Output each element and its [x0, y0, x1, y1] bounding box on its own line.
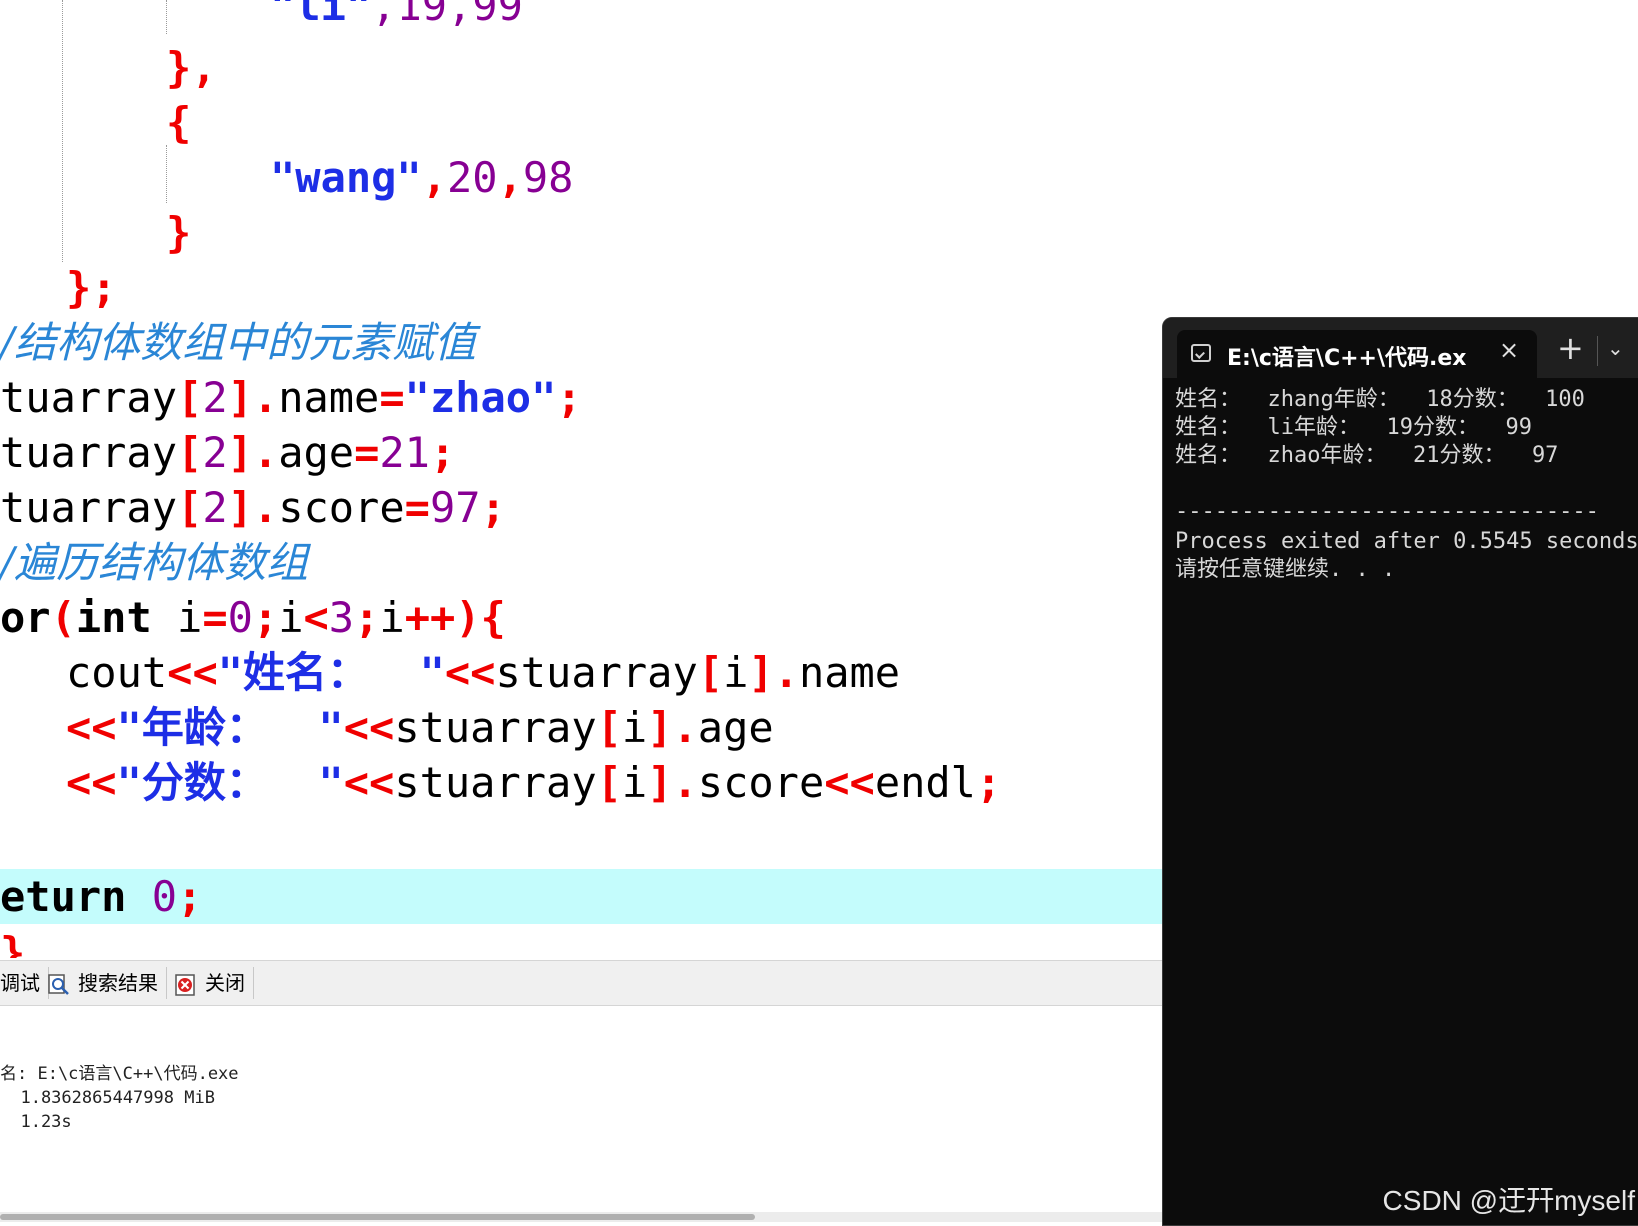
magnifier-icon	[48, 973, 69, 995]
tab-debug-label: 调试	[0, 971, 40, 995]
output-panel: 调试 搜索结果 关闭 名: E:\c语言\C++\代码.exe 1.836286…	[0, 960, 1165, 1224]
compile-output-file: 名: E:\c语言\C++\代码.exe	[0, 1064, 239, 1084]
tab-search-label: 搜索结果	[78, 971, 158, 995]
comment-line-assign: /结构体数组中的元素赋值	[0, 318, 477, 367]
chevron-down-icon[interactable]: ⌄	[1607, 336, 1624, 360]
code-line-6: };	[66, 263, 117, 312]
terminal-output-line: 姓名： zhang年龄： 18分数： 100	[1175, 387, 1585, 412]
code-line-close-brace: }	[0, 928, 26, 958]
compile-output-time: 1.23s	[0, 1112, 72, 1132]
tab-debug[interactable]: 调试	[0, 967, 49, 999]
indent-guide	[166, 0, 167, 34]
code-editor[interactable]: "li",19,99 }, { "wang",20,98 } }; /结构体数组…	[0, 0, 1165, 958]
tab-search-results[interactable]: 搜索结果	[48, 967, 167, 999]
code-line-5: }	[166, 208, 192, 257]
panel-tab-bar: 调试 搜索结果 关闭	[0, 960, 1165, 1006]
terminal-tab[interactable]: E:\c语言\C++\代码.ex ×	[1177, 330, 1537, 378]
terminal-tab-bar: E:\c语言\C++\代码.ex × + ⌄	[1163, 318, 1638, 378]
code-line-cout-score: <<"分数： "<<stuarray[i].score<<endl;	[66, 758, 1002, 807]
code-line-2: },	[166, 43, 217, 92]
tab-close[interactable]: 关闭	[175, 967, 254, 999]
code-line-1: "li",19,99	[270, 0, 523, 30]
compile-output-size: 1.8362865447998 MiB	[0, 1088, 215, 1108]
terminal-output-line: 姓名： zhao年龄： 21分数： 97	[1175, 443, 1559, 468]
comment-line-iterate: /遍历结构体数组	[0, 538, 309, 587]
code-line-for: or(int i=0;i<3;i++){	[0, 593, 506, 642]
code-line-4: "wang",20,98	[270, 153, 574, 202]
horizontal-scrollbar-thumb[interactable]	[0, 1214, 755, 1220]
terminal-separator-line: --------------------------------	[1175, 499, 1599, 524]
code-line-8: tuarray[2].name="zhao";	[0, 373, 582, 422]
console-icon	[1191, 344, 1211, 362]
indent-guide	[166, 145, 167, 203]
tab-bar-divider	[1597, 336, 1598, 366]
terminal-output-line: 姓名： li年龄： 19分数： 99	[1175, 415, 1532, 440]
terminal-press-any-key: 请按任意键继续. . .	[1175, 557, 1396, 582]
close-icon[interactable]: ×	[1499, 336, 1519, 364]
code-line-9: tuarray[2].age=21;	[0, 428, 456, 477]
terminal-window[interactable]: E:\c语言\C++\代码.ex × + ⌄ 姓名： zhang年龄： 18分数…	[1162, 317, 1638, 1226]
indent-guide	[62, 0, 63, 262]
code-line-10: tuarray[2].score=97;	[0, 483, 506, 532]
close-red-icon	[175, 973, 195, 996]
csdn-watermark: CSDN @迂幵myself	[1382, 1185, 1635, 1216]
code-line-cout-name: cout<<"姓名： "<<stuarray[i].name	[66, 648, 901, 697]
terminal-tab-title: E:\c语言\C++\代码.ex	[1227, 346, 1467, 371]
code-line-cout-age: <<"年龄： "<<stuarray[i].age	[66, 703, 774, 752]
new-tab-button[interactable]: +	[1557, 332, 1584, 364]
code-line-return: eturn 0;	[0, 872, 203, 921]
terminal-process-exited: Process exited after 0.5545 seconds	[1175, 529, 1638, 554]
code-line-3: {	[166, 98, 192, 147]
tab-close-label: 关闭	[205, 971, 245, 995]
